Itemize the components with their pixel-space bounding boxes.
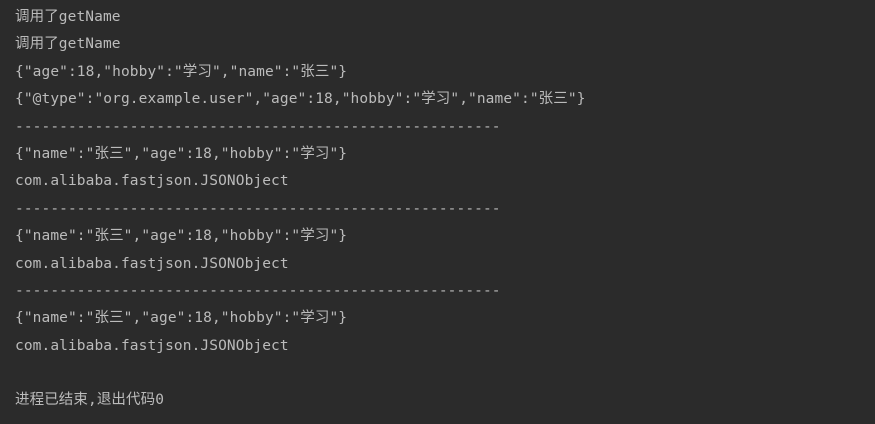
console-separator-1: ----------------------------------------… [15,118,501,135]
console-line-json-3: {"name":"张三","age":18,"hobby":"学习"} [15,228,348,245]
console-separator-3: ----------------------------------------… [15,282,501,299]
console-line-json-typed: {"@type":"org.example.user","age":18,"ho… [15,91,586,108]
console-line-class-2: com.alibaba.fastjson.JSONObject [15,255,289,272]
console-line-class-1: com.alibaba.fastjson.JSONObject [15,173,289,190]
console-line-class-3: com.alibaba.fastjson.JSONObject [15,337,289,354]
console-separator-2: ----------------------------------------… [15,200,501,217]
console-line-json-1: {"age":18,"hobby":"学习","name":"张三"} [15,63,348,80]
console-line-getname-2: 调用了getName [15,36,121,53]
console-line-getname-1: 调用了getName [15,9,121,25]
console-line-json-2: {"name":"张三","age":18,"hobby":"学习"} [15,145,348,162]
console-output[interactable]: 调用了getName 调用了getName {"age":18,"hobby":… [0,0,875,424]
console-line-json-4: {"name":"张三","age":18,"hobby":"学习"} [15,310,348,327]
console-line-exit-status: 进程已结束,退出代码0 [15,392,165,409]
